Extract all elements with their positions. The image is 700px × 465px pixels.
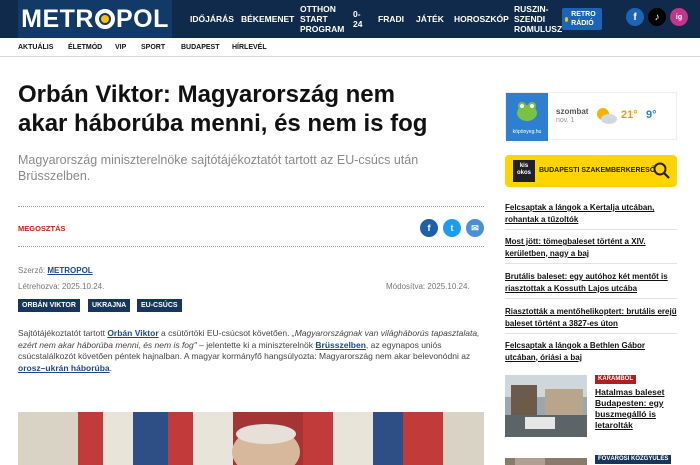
koponyeg-logo: köpönyeg.hu: [506, 93, 548, 141]
secondary-navigation: AKTUÁLIS ÉLETMÓD VIP SPORT BUDAPEST HÍRL…: [0, 38, 700, 57]
instagram-icon[interactable]: ig: [670, 8, 688, 26]
accident-photo: [505, 375, 587, 437]
created-date: 2025.10.24.: [62, 282, 105, 291]
divider: [505, 333, 677, 334]
sidebar-card-title[interactable]: Hatalmas baleset Budapesten: egy buszmeg…: [595, 387, 675, 431]
divider: [18, 206, 484, 207]
author-line: Szerző: METROPOL: [18, 266, 93, 275]
share-label: MEGOSZTÁS: [18, 224, 66, 233]
tiktok-icon[interactable]: ♪: [648, 8, 666, 26]
body-text-2: a csütörtöki EU-csúcsot követően.: [158, 328, 292, 338]
sidebar-news-item[interactable]: Felcsaptak a lángok a Kertalja utcában, …: [505, 202, 677, 225]
sidebar-news-item[interactable]: Most jött: tömegbaleset történt a XIV. k…: [505, 236, 677, 259]
weather-temp-low: 9°: [646, 109, 657, 121]
divider: [18, 246, 484, 247]
logo-text-left: METR: [21, 4, 94, 33]
sidebar-news-item[interactable]: Brutális baleset: egy autóhoz két mentőt…: [505, 271, 677, 294]
logo-wordmark: METR POL: [21, 5, 169, 34]
modified-date: 2025.10.24.: [427, 282, 470, 291]
nav-item-ruszin-szendi[interactable]: RUSZIN-SZENDI ROMULUSZ: [514, 4, 562, 34]
weather-widget[interactable]: köpönyeg.hu szombat nov. 1 21° 9°: [505, 92, 677, 141]
nav-item-jatek[interactable]: JÁTÉK: [416, 14, 444, 24]
weather-brand: köpönyeg.hu: [512, 129, 542, 135]
link-orban-viktor[interactable]: Orbán Viktor: [107, 328, 158, 338]
kisokos-badge: kis okos: [513, 160, 535, 182]
subnav-item-aktualis[interactable]: AKTUÁLIS: [18, 44, 53, 51]
frog-icon: [517, 102, 537, 121]
tag-orban-viktor[interactable]: ORBÁN VIKTOR: [18, 299, 80, 312]
created-line: Létrehozva: 2025.10.24.: [18, 282, 104, 291]
logo-o-icon: [94, 9, 115, 29]
author-link[interactable]: METROPOL: [47, 266, 92, 275]
body-text-5: .: [109, 362, 113, 373]
article-body: Sajtótájékoztatót tartott Orbán Viktor a…: [18, 328, 484, 374]
subnav-item-eletmod[interactable]: ÉLETMÓD: [68, 44, 102, 51]
sidebar-news-item[interactable]: Riasztották a mentőhelikoptert: brutális…: [505, 306, 677, 329]
share-twitter-icon[interactable]: t: [443, 219, 461, 237]
subnav-item-sport[interactable]: SPORT: [141, 44, 165, 51]
nav-item-0-24[interactable]: 0-24: [353, 9, 365, 29]
modified-label: Módosítva:: [386, 282, 426, 291]
divider: [505, 229, 677, 230]
sidebar-card-thumbnail[interactable]: [505, 375, 587, 437]
council-photo: [505, 458, 587, 465]
divider: [505, 298, 677, 299]
tag-eu-csucs[interactable]: EU-CSÚCS: [137, 299, 182, 312]
weather-temp-high: 21°: [621, 109, 638, 121]
radio-dot-icon: [565, 16, 569, 22]
subnav-item-budapest[interactable]: BUDAPEST: [181, 44, 220, 51]
kisokos-promo-banner[interactable]: kis okos BUDAPESTI SZAKEMBERKERESŐ: [505, 155, 677, 187]
site-logo[interactable]: METR POL: [18, 0, 172, 38]
author-label: Szerző:: [18, 266, 46, 275]
body-text-3: – jelentette ki a miniszterelnök: [196, 339, 316, 350]
link-brusszel[interactable]: Brüsszelben: [315, 340, 366, 350]
partly-sunny-icon: [597, 108, 617, 124]
top-navigation: METR POL IDŐJÁRÁS BÉKEMENET OTTHON START …: [0, 0, 700, 38]
facebook-icon[interactable]: f: [626, 8, 644, 26]
weather-date: nov. 1: [556, 117, 575, 124]
category-badge[interactable]: FŐVÁROSI KÖZGYŰLÉS: [595, 455, 672, 464]
tag-ukrajna[interactable]: UKRAJNA: [88, 299, 131, 312]
body-text-1: Sajtótájékoztatót tartott: [18, 328, 108, 338]
article-photo: [18, 412, 484, 465]
subnav-item-hirlevel[interactable]: HÍRLEVÉL: [232, 44, 267, 51]
article-lead: Magyarország miniszterelnöke sajtótájéko…: [18, 153, 419, 183]
sidebar-news-item[interactable]: Felcsaptak a lángok a Bethlen Gábor utcá…: [505, 340, 677, 363]
retro-radio-button[interactable]: RETRO RÁDIÓ: [562, 8, 602, 30]
nav-item-otthon-start[interactable]: OTTHON START PROGRAM: [300, 4, 344, 34]
promo-label: BUDAPESTI SZAKEMBERKERESŐ: [539, 167, 656, 174]
modified-line: Módosítva: 2025.10.24.: [386, 282, 470, 291]
nav-item-bekemenet[interactable]: BÉKEMENET: [241, 14, 294, 24]
divider: [505, 263, 677, 264]
share-email-icon[interactable]: ✉: [466, 219, 484, 237]
nav-item-horoszkop[interactable]: HOROSZKÓP: [454, 14, 509, 24]
retro-radio-label: RETRO RÁDIÓ: [571, 11, 596, 27]
nav-item-fradi[interactable]: FRADI: [378, 14, 404, 24]
article-title: Orbán Viktor: Magyarország nem akar hábo…: [18, 81, 428, 137]
nav-item-idojaras[interactable]: IDŐJÁRÁS: [190, 14, 234, 24]
created-label: Létrehozva:: [18, 282, 60, 291]
search-icon: [653, 162, 670, 179]
weather-day: szombat: [556, 107, 589, 116]
logo-text-right: POL: [115, 4, 169, 33]
sidebar-card-thumbnail[interactable]: [505, 455, 587, 465]
link-orosz-ukran-haboru[interactable]: orosz–ukrán háborúba: [18, 363, 110, 373]
share-facebook-icon[interactable]: f: [420, 219, 438, 237]
subnav-item-vip[interactable]: VIP: [115, 44, 126, 51]
category-badge[interactable]: KARAMBOL: [595, 375, 636, 384]
article-photo-image: [18, 412, 484, 465]
